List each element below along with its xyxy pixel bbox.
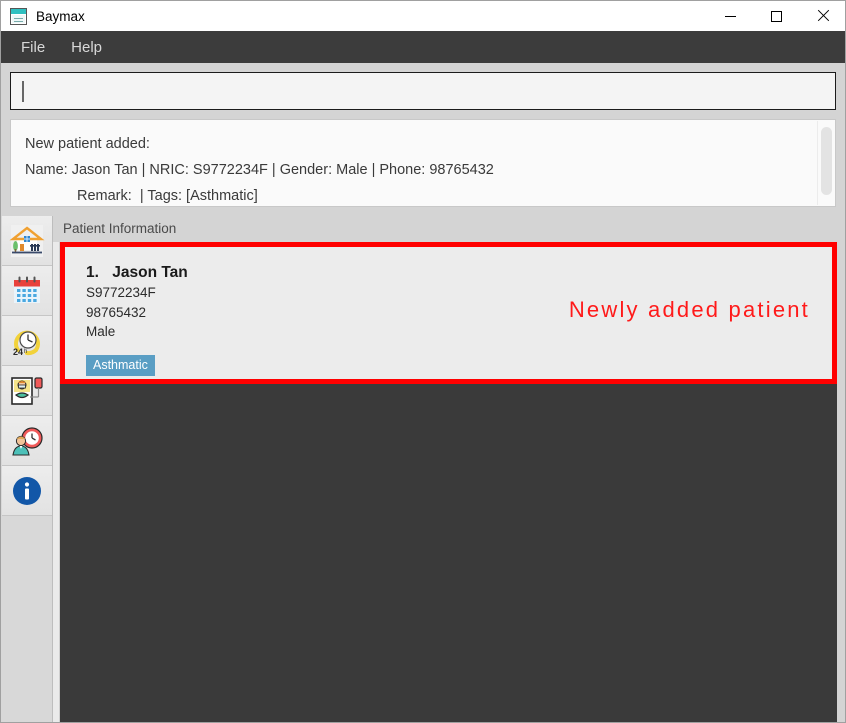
- patient-card[interactable]: 1. Jason Tan S9772234F 98765432 Male Ast…: [65, 247, 832, 379]
- calendar-icon: [13, 276, 40, 303]
- patient-list-scrollbar[interactable]: [53, 242, 60, 722]
- patient-gender: Male: [86, 324, 116, 339]
- window-title: Baymax: [36, 8, 85, 24]
- sidebar-item-home[interactable]: [1, 216, 52, 266]
- result-line: Remark: | Tags: [Asthmatic]: [77, 188, 258, 204]
- minimize-button[interactable]: [707, 1, 753, 31]
- empty-list-area: [60, 384, 837, 722]
- annotation-label: Newly added patient: [568, 297, 810, 322]
- patient-card-header: 1. Jason Tan: [86, 264, 832, 282]
- menu-bar: File Help: [1, 31, 845, 63]
- body-area: 24 h Patient Information 1. Jason Tan S9…: [1, 207, 845, 722]
- minimize-icon: [724, 15, 736, 17]
- sidebar-item-info[interactable]: [1, 466, 52, 516]
- status-badge: Asthmatic: [86, 354, 155, 376]
- sidebar-item-schedule-24h[interactable]: 24 h: [1, 316, 52, 366]
- result-display: New patient added: Name: Jason Tan | NRI…: [10, 119, 836, 207]
- sidebar: 24 h: [1, 216, 53, 722]
- sidebar-item-patients[interactable]: [1, 366, 52, 416]
- svg-text:h: h: [24, 349, 27, 355]
- result-display-container: New patient added: Name: Jason Tan | NRI…: [1, 110, 845, 207]
- title-bar: Baymax: [1, 1, 845, 31]
- menu-item-help[interactable]: Help: [61, 35, 112, 60]
- window-controls: [707, 1, 845, 31]
- close-button[interactable]: [799, 1, 845, 31]
- page-title: Patient Information: [53, 216, 845, 242]
- patient-tags: Asthmatic: [86, 354, 832, 376]
- result-line: Name: Jason Tan | NRIC: S9772234F | Gend…: [25, 162, 494, 178]
- patient-list-inner: 1. Jason Tan S9772234F 98765432 Male Ast…: [60, 242, 845, 722]
- command-box[interactable]: [10, 72, 836, 110]
- svg-text:24: 24: [13, 347, 23, 357]
- command-input[interactable]: [24, 83, 835, 99]
- patient-iv-drip-icon: [10, 376, 43, 405]
- clock-24h-icon: 24 h: [13, 330, 40, 357]
- highlight-box: 1. Jason Tan S9772234F 98765432 Male Ast…: [60, 242, 837, 384]
- sidebar-item-appointments[interactable]: [1, 416, 52, 466]
- command-box-container: [1, 63, 845, 110]
- house-icon: [9, 224, 44, 257]
- patient-index: 1.: [86, 264, 99, 281]
- patient-list-region: 1. Jason Tan S9772234F 98765432 Male Ast…: [53, 242, 845, 722]
- close-icon: [816, 10, 828, 22]
- sidebar-item-calendar[interactable]: [1, 266, 52, 316]
- menu-item-file[interactable]: File: [11, 35, 55, 60]
- calendar-app-icon: [10, 7, 27, 25]
- result-scrollbar-thumb[interactable]: [821, 127, 832, 195]
- maximize-icon: [770, 10, 782, 22]
- title-bar-left: Baymax: [1, 7, 85, 25]
- result-line: New patient added:: [25, 136, 150, 152]
- info-circle-icon: [12, 476, 41, 505]
- application-window: Baymax File Help New patient added: Name…: [0, 0, 846, 723]
- result-scrollbar[interactable]: [817, 121, 834, 205]
- maximize-button[interactable]: [753, 1, 799, 31]
- person-clock-icon: [11, 426, 43, 456]
- patient-name: Jason Tan: [112, 264, 188, 281]
- right-gutter: [837, 242, 845, 722]
- main-column: Patient Information 1. Jason Tan S977223…: [53, 216, 845, 722]
